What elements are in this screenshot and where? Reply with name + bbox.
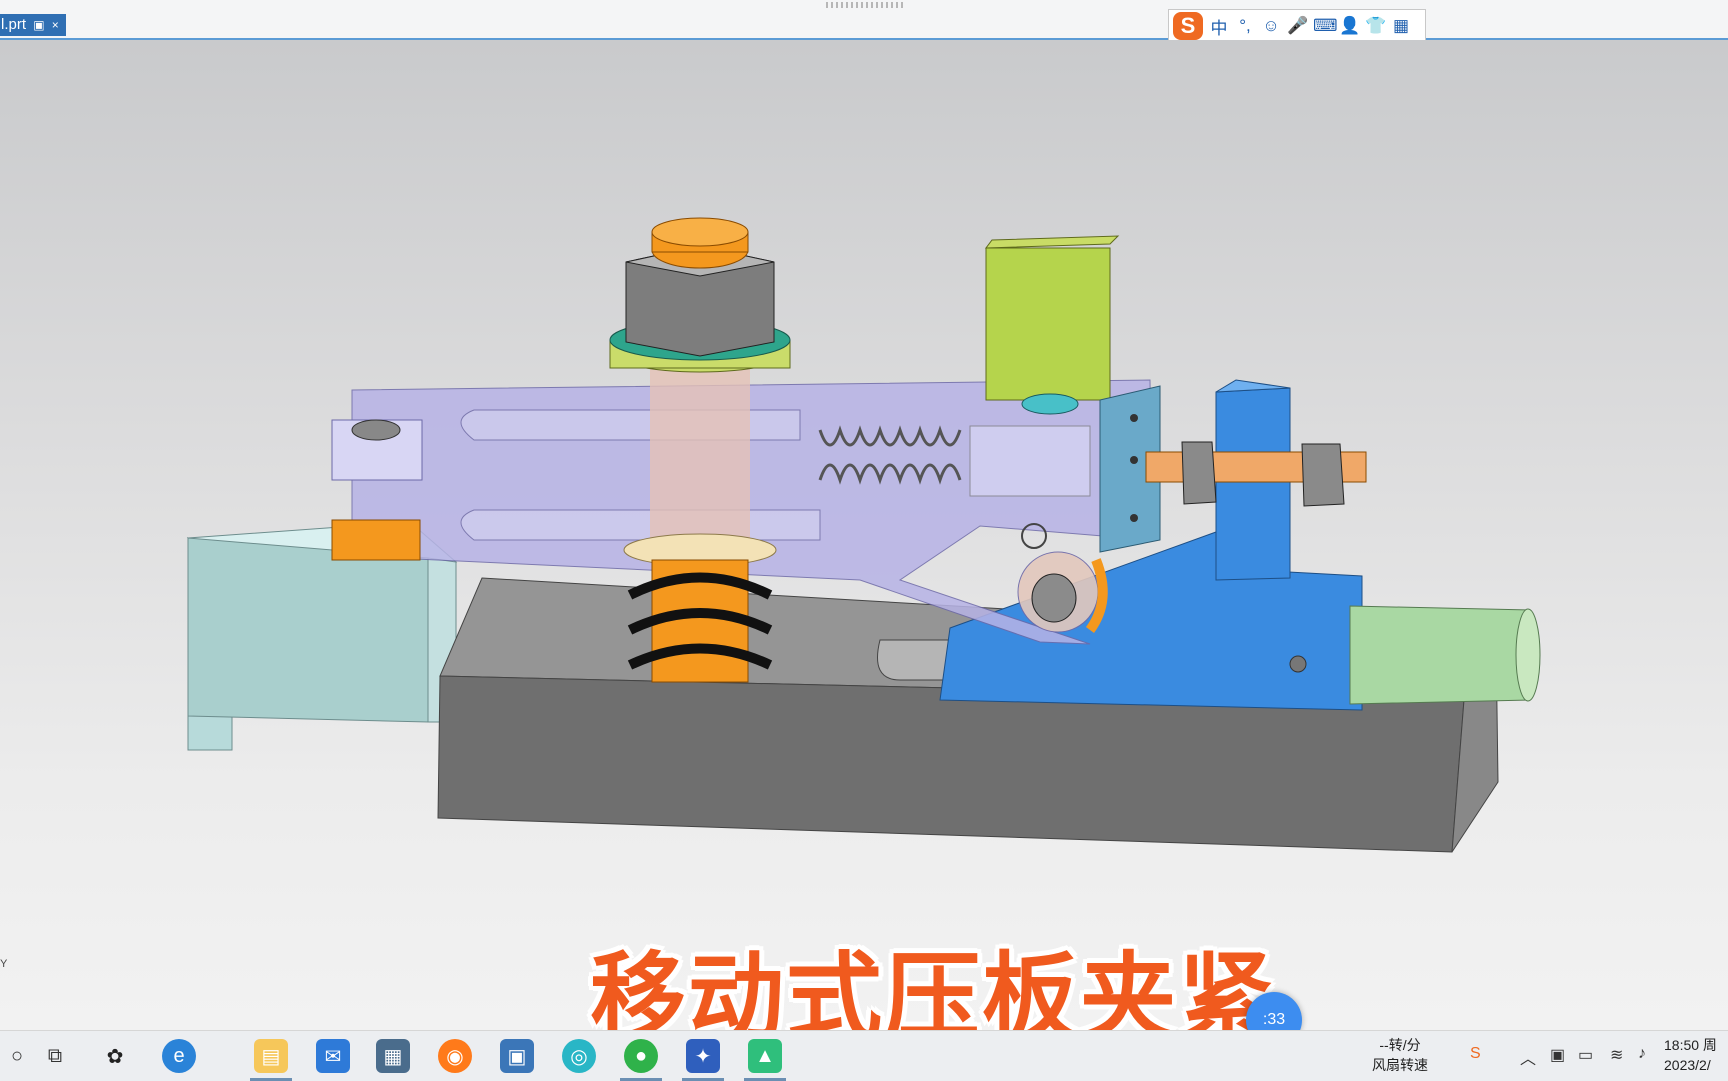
system-clock[interactable]: 18:50 周 2023/2/: [1664, 1035, 1717, 1075]
axis-y-label: Y: [0, 958, 8, 970]
clock-date: 2023/2/: [1664, 1057, 1711, 1073]
clamp-model-render: [186, 217, 1541, 853]
fan-speed-value: --转/分: [1379, 1037, 1421, 1053]
model-viewport[interactable]: Y 移动式压板夹紧 :33: [0, 40, 1728, 1030]
clock-time: 18:50 周: [1664, 1037, 1717, 1053]
sogou-tray-icon[interactable]: S: [1470, 1045, 1481, 1063]
fan-speed-widget[interactable]: --转/分 风扇转速: [1350, 1035, 1450, 1075]
volume-icon[interactable]: ♪: [1638, 1045, 1646, 1063]
drag-grip[interactable]: [826, 2, 906, 8]
wechat-icon[interactable]: ●: [624, 1039, 658, 1073]
grid-menu-icon[interactable]: ▦: [1391, 16, 1411, 36]
ime-punct-button[interactable]: °,: [1235, 16, 1255, 36]
document-tab-label: l.prt: [1, 16, 27, 33]
battery-icon[interactable]: ▭: [1578, 1045, 1593, 1065]
fan-app-icon[interactable]: ✿: [98, 1039, 132, 1073]
file-explorer-icon[interactable]: ▤: [254, 1039, 288, 1073]
taskbar: ○ ⧉ ✿ e ▤ ✉ ▦ ◉ ▣ ◎ ● ✦ ▲ --转/分 风扇转速 S ︿…: [0, 1030, 1728, 1081]
document-icon: ▣: [33, 18, 45, 32]
search-icon[interactable]: ○: [0, 1039, 34, 1073]
mail-icon[interactable]: ✉: [316, 1039, 350, 1073]
network-adapter-icon[interactable]: ▣: [1550, 1045, 1565, 1065]
video-caption: 移动式压板夹紧: [590, 942, 1276, 1030]
calculator-icon[interactable]: ▦: [376, 1039, 410, 1073]
sogou-logo-icon[interactable]: S: [1173, 12, 1203, 40]
green-cylinder: [1349, 605, 1541, 705]
browser-app-icon[interactable]: ◎: [562, 1039, 596, 1073]
ie-browser-icon[interactable]: e: [162, 1039, 196, 1073]
axis-triad: Y: [0, 958, 7, 970]
user-icon[interactable]: 👤: [1339, 16, 1360, 36]
microphone-icon[interactable]: 🎤: [1287, 16, 1308, 36]
document-tab[interactable]: l.prt ▣ ×: [0, 14, 66, 36]
skin-icon[interactable]: 👕: [1365, 16, 1386, 36]
tab-bar: l.prt ▣ × S 中 °, ☺ 🎤 ⌨ 👤 👕 ▦: [0, 0, 1728, 43]
yellow-block: [984, 235, 1120, 415]
remote-desktop-icon[interactable]: ▣: [500, 1039, 534, 1073]
fan-speed-label: 风扇转速: [1372, 1057, 1428, 1073]
task-view-icon[interactable]: ⧉: [38, 1039, 72, 1073]
nx-app-icon[interactable]: ✦: [686, 1039, 720, 1073]
ime-mode-button[interactable]: 中: [1209, 14, 1229, 39]
emoji-icon[interactable]: ☺: [1261, 16, 1281, 36]
close-icon[interactable]: ×: [52, 18, 59, 32]
wifi-icon[interactable]: ≋: [1610, 1045, 1623, 1065]
firefox-icon[interactable]: ◉: [438, 1039, 472, 1073]
keyboard-icon[interactable]: ⌨: [1313, 16, 1338, 36]
chevron-up-icon[interactable]: ︿: [1520, 1045, 1536, 1069]
roller-pin: [1017, 523, 1108, 633]
video-app-icon[interactable]: ▲: [748, 1039, 782, 1073]
ime-toolbar: S 中 °, ☺ 🎤 ⌨ 👤 👕 ▦: [1168, 9, 1426, 43]
